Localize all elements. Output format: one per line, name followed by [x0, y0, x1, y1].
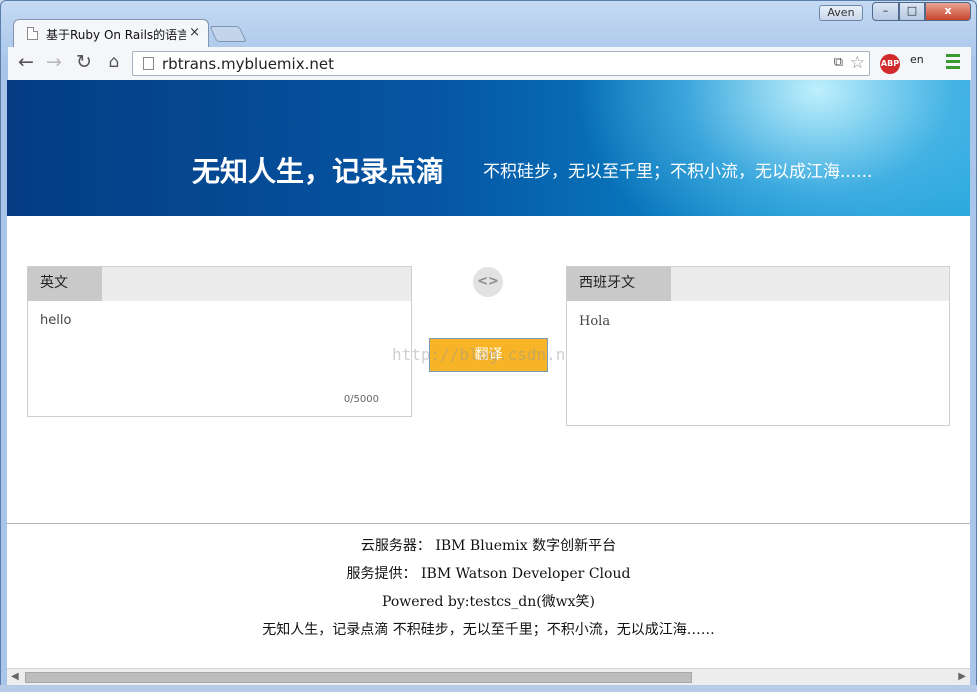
target-panel: 西班牙文 Hola: [566, 266, 950, 426]
swap-languages-icon[interactable]: <>: [473, 267, 503, 297]
url-input[interactable]: [162, 53, 822, 74]
scrollbar-thumb[interactable]: [25, 672, 692, 683]
footer: 云服务器： IBM Bluemix 数字创新平台 服务提供： IBM Watso…: [7, 532, 970, 644]
translation-output: Hola: [579, 314, 611, 329]
back-arrow-icon[interactable]: ←: [14, 51, 38, 75]
footer-divider: [7, 523, 970, 524]
char-counter: 0/5000: [343, 394, 379, 405]
home-icon[interactable]: ⌂: [102, 51, 126, 75]
source-language-tab[interactable]: 英文: [28, 267, 102, 301]
translate-page-icon[interactable]: ⧉: [834, 55, 843, 70]
target-language-tab[interactable]: 西班牙文: [567, 267, 671, 301]
footer-line-server: 云服务器： IBM Bluemix 数字创新平台: [360, 538, 617, 554]
forward-arrow-icon[interactable]: →: [42, 51, 66, 75]
source-panel: 英文 hello 0/5000: [27, 266, 412, 417]
address-bar[interactable]: ⧉ ☆: [132, 51, 870, 76]
translate-button[interactable]: 翻译: [429, 338, 548, 372]
close-window-button[interactable]: x: [925, 2, 971, 21]
page-viewport: 无知人生，记录点滴 不积硅步，无以至千里；不积小流，无以成江海...... 英文…: [7, 80, 970, 668]
adblock-icon[interactable]: ABP: [880, 54, 900, 74]
site-title: 无知人生，记录点滴: [192, 155, 445, 188]
horizontal-scrollbar[interactable]: ◀ ▶: [7, 668, 970, 685]
source-text-input[interactable]: hello: [40, 313, 400, 383]
header-banner: 无知人生，记录点滴 不积硅步，无以至千里；不积小流，无以成江海......: [7, 80, 970, 216]
maximize-button[interactable]: □: [899, 2, 925, 21]
menu-icon[interactable]: [946, 54, 960, 70]
profile-button[interactable]: Aven: [819, 5, 863, 21]
translate-extension-icon[interactable]: en: [910, 53, 924, 66]
tab-active[interactable]: 基于Ruby On Rails的语言 ×: [13, 19, 209, 47]
footer-line-provider: 服务提供： IBM Watson Developer Cloud: [346, 566, 631, 582]
page-icon: [143, 57, 154, 70]
scroll-left-icon[interactable]: ◀: [11, 671, 19, 682]
window-bottom-border: [0, 685, 977, 692]
target-panel-header: 西班牙文: [567, 267, 949, 301]
tab-close-icon[interactable]: ×: [189, 25, 200, 40]
tab-strip: 基于Ruby On Rails的语言 × Aven – □ x: [1, 1, 977, 47]
scroll-right-icon[interactable]: ▶: [958, 671, 966, 682]
reload-icon[interactable]: ↻: [72, 51, 96, 75]
source-panel-header: 英文: [28, 267, 411, 301]
footer-line-powered: Powered by:testcs_dn(微wx笑): [381, 594, 596, 610]
site-slogan: 不积硅步，无以至千里；不积小流，无以成江海......: [483, 162, 873, 182]
new-tab-button[interactable]: [209, 26, 247, 42]
tab-title: 基于Ruby On Rails的语言: [46, 28, 186, 42]
browser-toolbar: ← → ↻ ⌂ ⧉ ☆ ABP en: [8, 47, 971, 81]
footer-line-slogan: 无知人生，记录点滴 不积硅步，无以至千里；不积小流，无以成江海……: [262, 622, 715, 638]
page-icon: [27, 27, 38, 40]
minimize-button[interactable]: –: [872, 2, 899, 21]
bookmark-star-icon[interactable]: ☆: [850, 53, 865, 73]
